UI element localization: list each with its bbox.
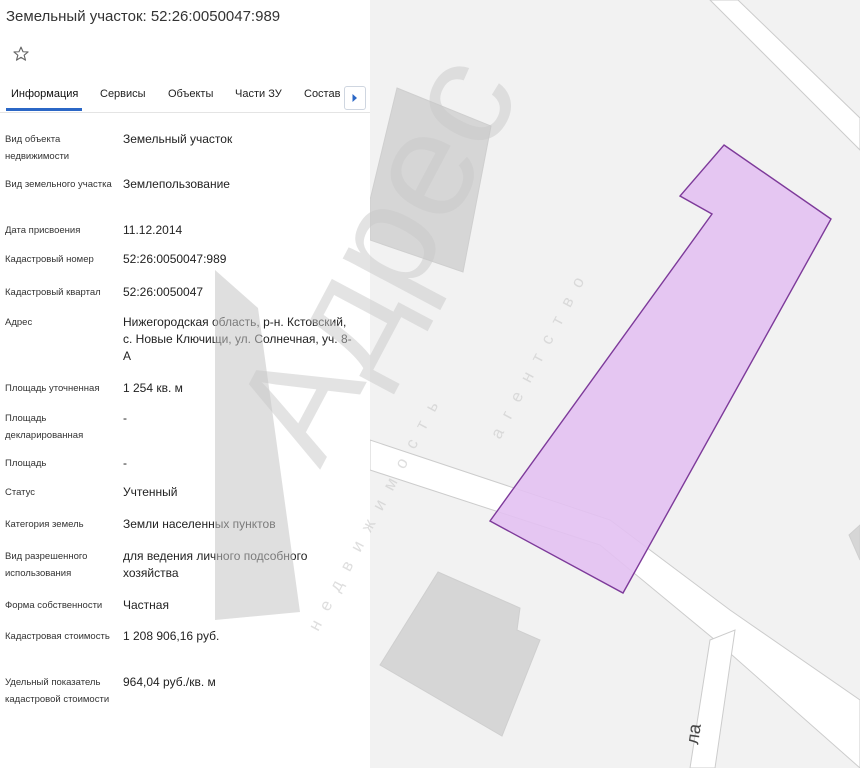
info-label: Дата присвоения [5,225,81,236]
building [379,571,541,737]
info-value: 964,04 руб./кв. м [123,675,216,689]
chevron-right-icon [352,94,357,102]
info-value: Частная [123,598,169,612]
info-value: Нижегородская область, р-н. Кстовский, с… [123,315,352,363]
tab-objects[interactable]: Объекты [168,88,213,100]
info-value: для ведения личного подсобного хозяйства [123,549,308,580]
building [848,524,860,561]
info-label: Кадастровый квартал [5,287,101,298]
info-label: Кадастровый номер [5,254,94,265]
info-label: Адрес [5,317,33,328]
info-label: Площадь декларированная [5,413,84,441]
street-label: ла [682,721,705,745]
info-label: Вид земельного участка [5,179,112,190]
info-value: 1 208 906,16 руб. [123,629,220,643]
info-value: 11.12.2014 [123,223,183,237]
tab-information[interactable]: Информация [11,88,78,100]
info-value: Землепользование [123,177,230,191]
building [370,87,492,273]
info-label: Форма собственности [5,600,103,611]
info-value: Учтенный [123,485,178,499]
info-label: Удельный показатель кадастровой стоимост… [5,677,110,705]
tab-parcel-parts[interactable]: Части ЗУ [235,88,282,100]
info-label: Вид разрешенного использования [5,551,88,579]
info-panel: Земельный участок: 52:26:0050047:989 Инф… [0,0,370,768]
info-label: Площадь [5,458,47,469]
active-tab-indicator [6,108,82,111]
road-vertical [689,629,736,768]
tab-composition[interactable]: Состав [304,88,340,100]
tab-services[interactable]: Сервисы [100,88,146,100]
tabs-scroll-right-button[interactable] [344,86,366,110]
info-value: Земли населенных пунктов [123,517,276,531]
info-value: - [123,456,127,470]
info-value: 52:26:0050047:989 [123,252,227,266]
info-value: 52:26:0050047 [123,285,204,299]
land-parcel-polygon[interactable] [488,144,832,594]
info-label: Статус [5,487,36,498]
page-title: Земельный участок: 52:26:0050047:989 [6,8,281,25]
info-label: Категория земель [5,519,84,530]
road-top-right [709,0,860,151]
info-value: 1 254 кв. м [123,381,183,395]
tab-bar: Информация Сервисы Объекты Части ЗУ Сост… [0,82,370,113]
info-label: Кадастровая стоимость [5,631,110,642]
info-label: Вид объекта недвижимости [5,134,70,162]
map-canvas[interactable]: ла [370,0,860,768]
info-value: Земельный участок [123,132,233,146]
info-value: - [123,411,127,425]
info-label: Площадь уточненная [5,383,100,394]
favorite-star-icon[interactable] [12,45,30,63]
cadastral-map[interactable]: ла [370,0,860,768]
